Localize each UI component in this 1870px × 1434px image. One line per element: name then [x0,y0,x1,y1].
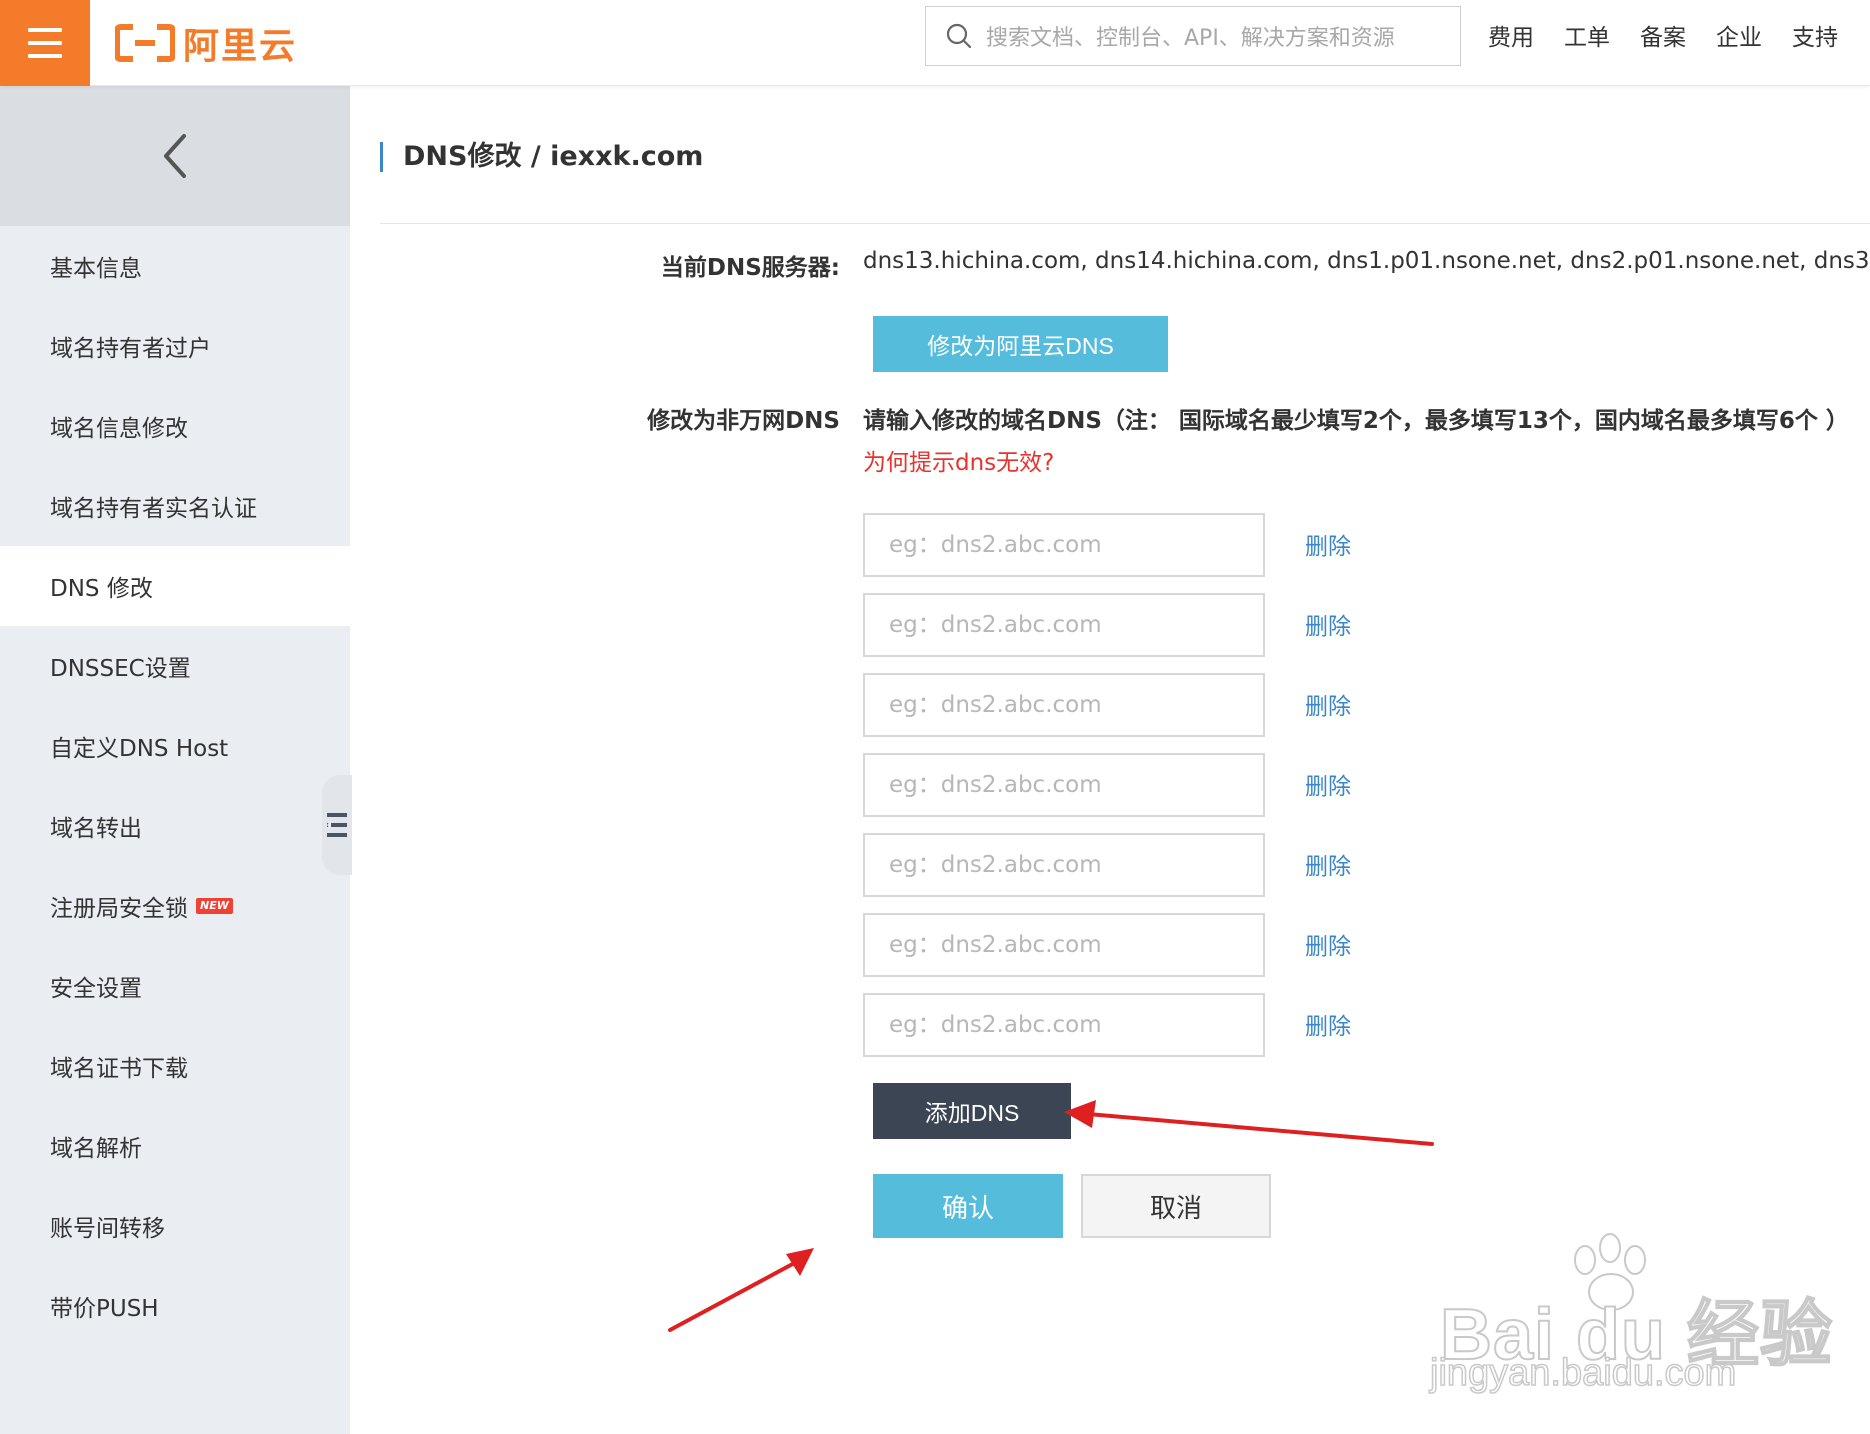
add-dns-button[interactable]: 添加DNS [873,1083,1071,1139]
sidebar-item-dns-resolve[interactable]: 域名解析 [0,1106,350,1186]
search-box[interactable]: 搜索文档、控制台、API、解决方案和资源 [925,6,1461,66]
modify-to-aliyun-dns-button[interactable]: 修改为阿里云DNS [873,316,1168,372]
aliyun-logo-icon [115,24,175,62]
sidebar-item-label: 带价PUSH [50,1296,159,1322]
nav-tickets[interactable]: 工单 [1564,18,1610,52]
sidebar-back-button[interactable] [0,86,350,226]
menu-icon-bar [28,28,62,32]
aliyun-logo[interactable]: 阿里云 [115,18,297,68]
chevron-left-icon [164,134,186,178]
sidebar-item-security-settings[interactable]: 安全设置 [0,946,350,1026]
delete-dns-link[interactable]: 删除 [1305,687,1351,721]
sidebar-item-dns-modify[interactable]: DNS 修改 [0,546,350,626]
dns-row: 删除 [863,833,1463,897]
sidebar-item-label: 注册局安全锁 [50,896,188,922]
sidebar-item-holder-transfer[interactable]: 域名持有者过户 [0,306,350,386]
sidebar-item-cert-download[interactable]: 域名证书下载 [0,1026,350,1106]
main-content: DNS修改 / iexxk.com 当前DNS服务器: dns13.hichin… [350,86,1870,1434]
menu-icon-bar [28,54,62,58]
sidebar-item-transfer-out[interactable]: 域名转出 [0,786,350,866]
dns-instruction: 请输入修改的域名DNS（注： 国际域名最少填写2个，最多填写13个，国内域名最多… [863,408,1849,434]
dns-input-5[interactable] [863,833,1265,897]
new-badge: NEW [196,898,233,914]
sidebar-item-label: 域名证书下载 [50,1056,188,1082]
sidebar-item-dnssec[interactable]: DNSSEC设置 [0,626,350,706]
sidebar: 基本信息 域名持有者过户 域名信息修改 域名持有者实名认证 DNS 修改 DNS… [0,86,350,1434]
dns-input-7[interactable] [863,993,1265,1057]
delete-dns-link[interactable]: 删除 [1305,847,1351,881]
sidebar-menu: 基本信息 域名持有者过户 域名信息修改 域名持有者实名认证 DNS 修改 DNS… [0,226,350,1346]
nav-enterprise[interactable]: 企业 [1716,18,1762,52]
dns-input-6[interactable] [863,913,1265,977]
dns-invalid-help-link[interactable]: 为何提示dns无效? [863,443,1054,477]
sidebar-item-label: 安全设置 [50,976,142,1002]
delete-dns-link[interactable]: 删除 [1305,607,1351,641]
nav-support[interactable]: 支持 [1792,18,1838,52]
top-nav: 费用 工单 备案 企业 支持 [1488,18,1838,52]
sidebar-item-real-name[interactable]: 域名持有者实名认证 [0,466,350,546]
delete-dns-link[interactable]: 删除 [1305,527,1351,561]
brand-name: 阿里云 [183,26,298,67]
hamburger-menu-button[interactable] [0,0,90,86]
search-placeholder: 搜索文档、控制台、API、解决方案和资源 [986,26,1395,51]
sidebar-item-label: 域名解析 [50,1136,142,1162]
dns-input-2[interactable] [863,593,1265,657]
confirm-button[interactable]: 确认 [873,1174,1063,1238]
sidebar-item-label: 域名持有者过户 [50,336,211,362]
current-dns-label: 当前DNS服务器: [660,255,840,281]
sidebar-item-label: 域名转出 [50,816,142,842]
sidebar-item-label: 自定义DNS Host [50,736,229,762]
dns-input-1[interactable] [863,513,1265,577]
sidebar-item-basic-info[interactable]: 基本信息 [0,226,350,306]
sidebar-item-label: 账号间转移 [50,1216,165,1242]
dns-row: 删除 [863,753,1463,817]
sidebar-item-label: 基本信息 [50,256,142,282]
sidebar-item-account-transfer[interactable]: 账号间转移 [0,1186,350,1266]
dns-row: 删除 [863,513,1463,577]
menu-icon-bar [28,41,62,45]
search-icon [946,23,972,49]
collapse-menu-icon [327,813,347,837]
sidebar-collapse-handle[interactable] [322,775,352,875]
top-bar: 阿里云 搜索文档、控制台、API、解决方案和资源 费用 工单 备案 企业 支持 [0,0,1870,86]
title-divider [380,223,1870,224]
current-dns-value: dns13.hichina.com, dns14.hichina.com, dn… [863,248,1870,274]
sidebar-item-label: 域名持有者实名认证 [50,496,257,522]
delete-dns-link[interactable]: 删除 [1305,927,1351,961]
cancel-button[interactable]: 取消 [1081,1174,1271,1238]
sidebar-item-custom-dns-host[interactable]: 自定义DNS Host [0,706,350,786]
sidebar-item-label: DNS 修改 [50,576,153,602]
dns-row: 删除 [863,993,1463,1057]
custom-dns-label: 修改为非万网DNS [647,408,840,434]
nav-icp-filing[interactable]: 备案 [1640,18,1686,52]
sidebar-item-info-modify[interactable]: 域名信息修改 [0,386,350,466]
sidebar-item-registry-lock[interactable]: 注册局安全锁 NEW [0,866,350,946]
delete-dns-link[interactable]: 删除 [1305,1007,1351,1041]
sidebar-item-label: DNSSEC设置 [50,656,191,682]
nav-fees[interactable]: 费用 [1488,18,1534,52]
dns-row: 删除 [863,593,1463,657]
dns-row: 删除 [863,673,1463,737]
delete-dns-link[interactable]: 删除 [1305,767,1351,801]
dns-input-3[interactable] [863,673,1265,737]
sidebar-item-label: 域名信息修改 [50,416,188,442]
page-title: DNS修改 / iexxk.com [380,142,703,172]
dns-input-4[interactable] [863,753,1265,817]
sidebar-item-price-push[interactable]: 带价PUSH [0,1266,350,1346]
dns-row: 删除 [863,913,1463,977]
